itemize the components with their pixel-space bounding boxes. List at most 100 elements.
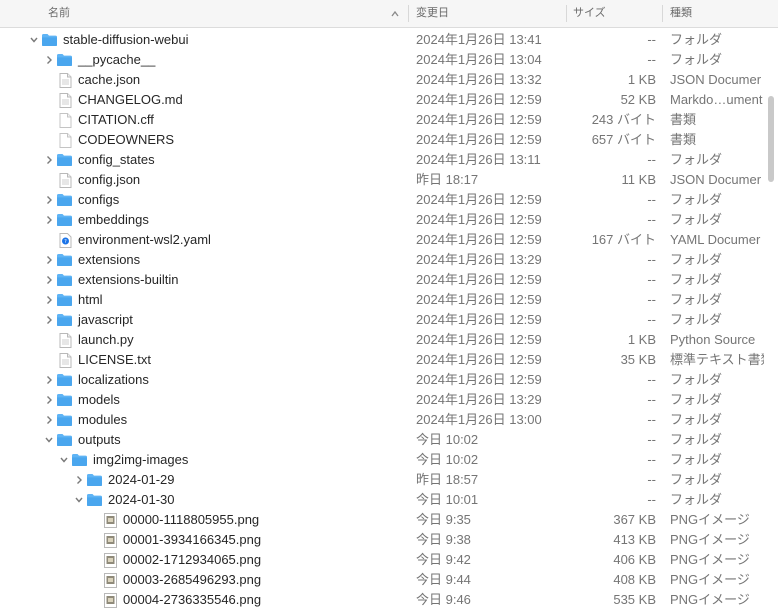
file-row[interactable]: ? environment-wsl2.yaml 2024年1月26日 12:59 16…: [0, 230, 778, 250]
column-header-size-label: サイズ: [573, 7, 606, 19]
file-size: 1 KB: [627, 332, 656, 347]
file-row[interactable]: launch.py 2024年1月26日 12:59 1 KB Python Sour…: [0, 330, 778, 350]
file-name: CITATION.cff: [78, 112, 154, 127]
file-row[interactable]: CODEOWNERS 2024年1月26日 12:59 657 バイト 書類: [0, 130, 778, 150]
file-size: --: [647, 312, 656, 327]
chevron-right-icon[interactable]: [43, 410, 55, 430]
modified-date: 昨日 18:57: [416, 472, 479, 487]
file-name: 00004-2736335546.png: [123, 592, 262, 607]
column-header-kind-label: 種類: [670, 7, 692, 19]
file-size: 535 KB: [613, 592, 656, 607]
modified-date: 今日 10:02: [416, 432, 479, 447]
file-row[interactable]: cache.json 2024年1月26日 13:32 1 KB JSON Docum…: [0, 70, 778, 90]
folder-row[interactable]: localizations 2024年1月26日 12:59 -- フォルダ: [0, 370, 778, 390]
chevron-right-icon[interactable]: [43, 210, 55, 230]
chevron-right-icon[interactable]: [43, 50, 55, 70]
file-row[interactable]: LICENSE.txt 2024年1月26日 12:59 35 KB 標準テキスト書類: [0, 350, 778, 370]
modified-date: 2024年1月26日 13:41: [416, 32, 542, 47]
file-kind: PNGイメージ: [670, 512, 750, 527]
folder-row[interactable]: config_states 2024年1月26日 13:11 -- フォルダ: [0, 150, 778, 170]
file-size: --: [647, 32, 656, 47]
modified-date: 2024年1月26日 12:59: [416, 272, 542, 287]
file-size: --: [647, 492, 656, 507]
folder-row[interactable]: html 2024年1月26日 12:59 -- フォルダ: [0, 290, 778, 310]
file-size: --: [647, 152, 656, 167]
file-kind: YAML Documer: [670, 232, 761, 247]
folder-row[interactable]: modules 2024年1月26日 13:00 -- フォルダ: [0, 410, 778, 430]
folder-row[interactable]: img2img-images 今日 10:02 -- フォルダ: [0, 450, 778, 470]
file-name: extensions: [78, 252, 141, 267]
folder-row[interactable]: outputs 今日 10:02 -- フォルダ: [0, 430, 778, 450]
chevron-right-icon[interactable]: [43, 370, 55, 390]
chevron-down-icon[interactable]: [28, 30, 40, 50]
file-size: --: [647, 452, 656, 467]
file-size: 367 KB: [613, 512, 656, 527]
file-size: 413 KB: [613, 532, 656, 547]
modified-date: 2024年1月26日 13:29: [416, 392, 542, 407]
chevron-right-icon[interactable]: [43, 150, 55, 170]
file-name: configs: [78, 192, 120, 207]
column-header-size[interactable]: サイズ: [573, 0, 606, 27]
file-list: stable-diffusion-webui 2024年1月26日 13:41 --…: [0, 30, 778, 610]
modified-date: 今日 9:38: [416, 532, 471, 547]
folder-row[interactable]: stable-diffusion-webui 2024年1月26日 13:41 --…: [0, 30, 778, 50]
folder-row[interactable]: extensions 2024年1月26日 13:29 -- フォルダ: [0, 250, 778, 270]
folder-row[interactable]: javascript 2024年1月26日 12:59 -- フォルダ: [0, 310, 778, 330]
modified-date: 2024年1月26日 12:59: [416, 372, 542, 387]
file-name: 2024-01-29: [108, 472, 175, 487]
chevron-right-icon[interactable]: [43, 310, 55, 330]
file-kind: フォルダ: [670, 492, 723, 507]
folder-row[interactable]: embeddings 2024年1月26日 12:59 -- フォルダ: [0, 210, 778, 230]
file-kind: フォルダ: [670, 312, 723, 327]
folder-row[interactable]: 2024-01-30 今日 10:01 -- フォルダ: [0, 490, 778, 510]
modified-date: 2024年1月26日 13:29: [416, 252, 542, 267]
file-name: extensions-builtin: [78, 272, 179, 287]
chevron-right-icon[interactable]: [73, 470, 85, 490]
chevron-down-icon[interactable]: [73, 490, 85, 510]
chevron-right-icon[interactable]: [43, 190, 55, 210]
modified-date: 今日 10:02: [416, 452, 479, 467]
file-row[interactable]: 00003-2685496293.png 今日 9:44 408 KB PNGイメージ: [0, 570, 778, 590]
file-row[interactable]: CITATION.cff 2024年1月26日 12:59 243 バイト 書類: [0, 110, 778, 130]
column-divider[interactable]: [408, 5, 409, 22]
chevron-right-icon[interactable]: [43, 270, 55, 290]
file-name: 00003-2685496293.png: [123, 572, 262, 587]
file-row[interactable]: 00004-2736335546.png 今日 9:46 535 KB PNGイメージ: [0, 590, 778, 610]
file-row[interactable]: 00002-1712934065.png 今日 9:42 406 KB PNGイメージ: [0, 550, 778, 570]
file-size: --: [647, 392, 656, 407]
chevron-down-icon[interactable]: [58, 450, 70, 470]
folder-row[interactable]: models 2024年1月26日 13:29 -- フォルダ: [0, 390, 778, 410]
chevron-right-icon[interactable]: [43, 390, 55, 410]
column-divider[interactable]: [662, 5, 663, 22]
chevron-right-icon[interactable]: [43, 250, 55, 270]
file-kind: フォルダ: [670, 452, 723, 467]
file-size: --: [647, 412, 656, 427]
folder-row[interactable]: extensions-builtin 2024年1月26日 12:59 -- フォルダ: [0, 270, 778, 290]
vertical-scrollbar[interactable]: [768, 96, 774, 182]
folder-row[interactable]: __pycache__ 2024年1月26日 13:04 -- フォルダ: [0, 50, 778, 70]
column-header-date-label: 変更日: [416, 7, 449, 19]
column-header-kind[interactable]: 種類: [670, 0, 692, 27]
column-divider[interactable]: [566, 5, 567, 22]
file-name: html: [78, 292, 103, 307]
folder-row[interactable]: configs 2024年1月26日 12:59 -- フォルダ: [0, 190, 778, 210]
file-row[interactable]: CHANGELOG.md 2024年1月26日 12:59 52 KB Markdo……: [0, 90, 778, 110]
chevron-down-icon[interactable]: [43, 430, 55, 450]
file-kind: フォルダ: [670, 292, 723, 307]
chevron-right-icon[interactable]: [43, 290, 55, 310]
file-row[interactable]: 00000-1118805955.png 今日 9:35 367 KB PNGイメージ: [0, 510, 778, 530]
column-header-name-label: 名前: [48, 7, 70, 19]
file-name: models: [78, 392, 120, 407]
file-row[interactable]: config.json 昨日 18:17 11 KB JSON Documer: [0, 170, 778, 190]
file-row[interactable]: 00001-3934166345.png 今日 9:38 413 KB PNGイメージ: [0, 530, 778, 550]
file-size: 167 バイト: [591, 232, 656, 247]
file-kind: フォルダ: [670, 272, 723, 287]
file-size: 657 バイト: [591, 132, 656, 147]
column-header-date[interactable]: 変更日: [416, 0, 449, 27]
folder-row[interactable]: 2024-01-29 昨日 18:57 -- フォルダ: [0, 470, 778, 490]
file-kind: フォルダ: [670, 412, 723, 427]
file-kind: 書類: [670, 112, 697, 127]
file-name: javascript: [78, 312, 133, 327]
column-header: 名前 変更日 サイズ 種類: [0, 0, 778, 28]
column-header-name[interactable]: 名前: [48, 0, 70, 27]
